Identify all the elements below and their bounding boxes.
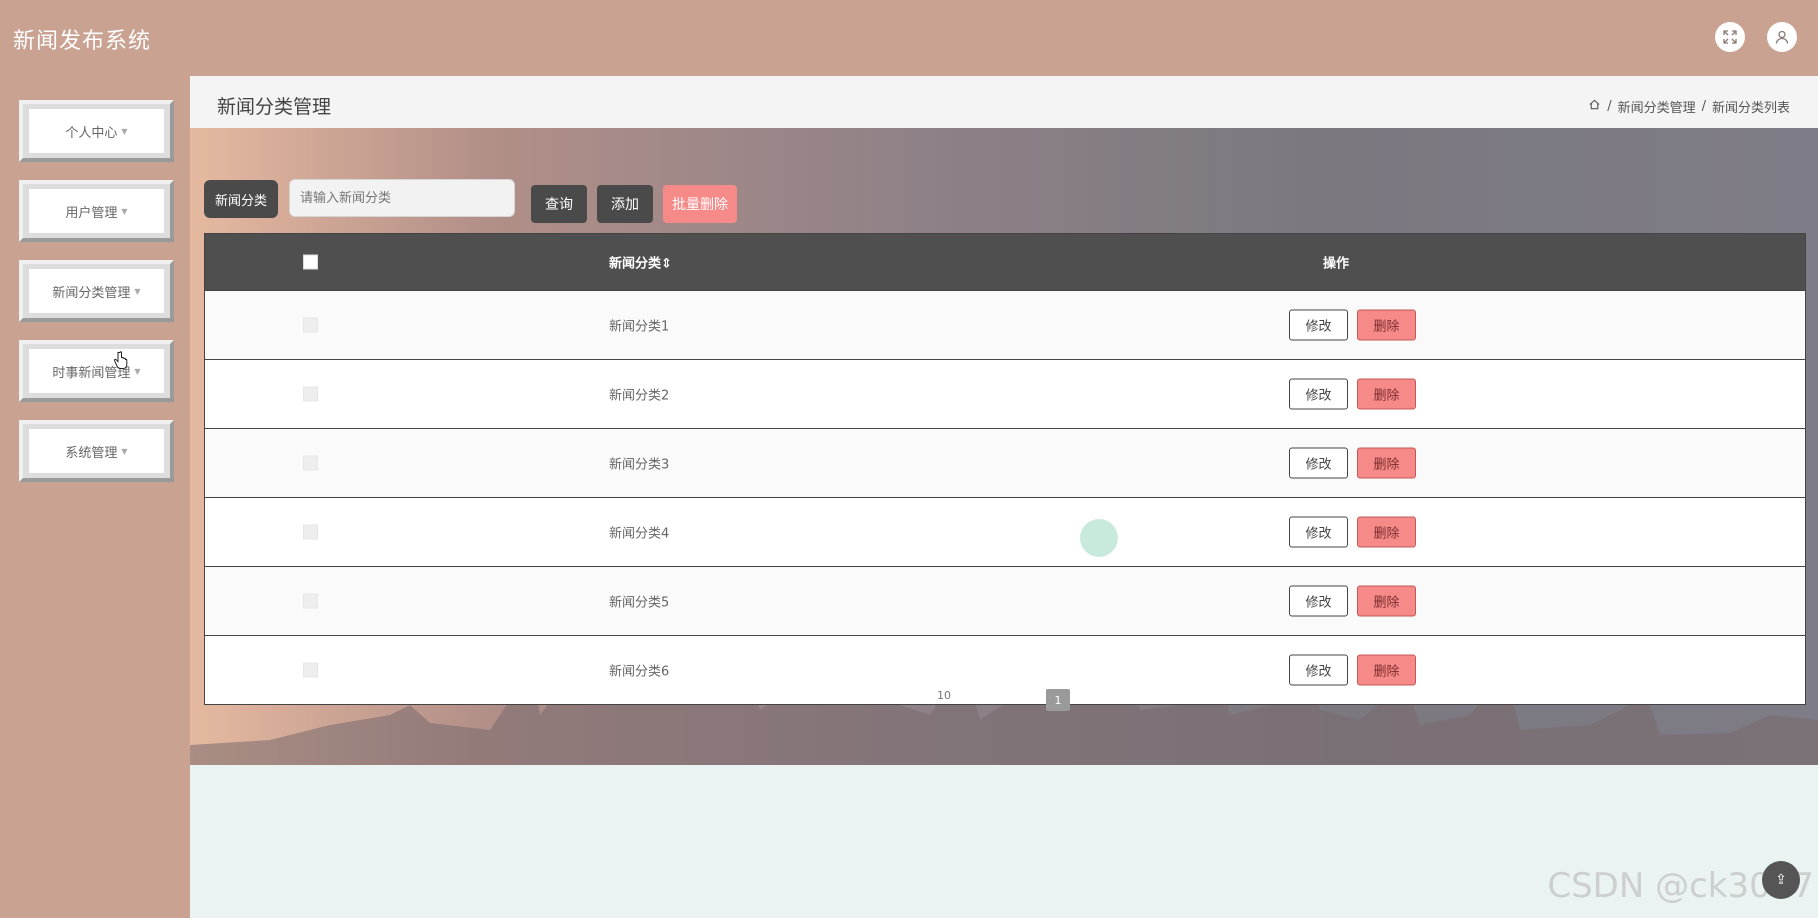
row-checkbox[interactable] — [303, 593, 318, 609]
page-header: 新闻分类管理 / 新闻分类管理 / 新闻分类列表 — [190, 76, 1818, 129]
table-row: 新闻分类6 修改 删除 — [205, 635, 1805, 704]
search-label: 新闻分类 — [204, 180, 279, 218]
row-checkbox[interactable] — [303, 455, 318, 471]
breadcrumb-item[interactable]: 新闻分类管理 — [1618, 97, 1696, 116]
chevron-down-icon: ▼ — [121, 126, 128, 136]
add-button[interactable]: 添加 — [597, 185, 653, 223]
sidebar-item-label: 系统管理 — [65, 445, 118, 461]
search-input[interactable] — [289, 179, 515, 217]
category-name: 新闻分类5 — [609, 595, 670, 611]
chevron-down-icon: ▼ — [121, 446, 128, 456]
delete-button[interactable]: 删除 — [1357, 516, 1416, 548]
edit-button[interactable]: 修改 — [1289, 378, 1348, 410]
sort-icon[interactable]: ⇕ — [661, 257, 672, 272]
sidebar-item-user-management[interactable]: 用户管理 ▼ — [19, 180, 174, 242]
delete-button[interactable]: 删除 — [1357, 447, 1416, 479]
select-all-checkbox[interactable] — [303, 254, 318, 270]
sidebar-item-label: 用户管理 — [65, 205, 118, 221]
edit-button[interactable]: 修改 — [1289, 654, 1348, 686]
chevron-down-icon: ▼ — [134, 366, 141, 376]
sidebar-item-label: 个人中心 — [65, 125, 118, 141]
edit-button[interactable]: 修改 — [1289, 516, 1348, 548]
click-indicator — [1080, 519, 1118, 557]
row-checkbox[interactable] — [303, 317, 318, 333]
breadcrumb-item-current: 新闻分类列表 — [1711, 101, 1790, 116]
query-button[interactable]: 查询 — [531, 185, 587, 223]
chevron-down-icon: ▼ — [121, 206, 128, 216]
delete-button[interactable]: 删除 — [1357, 378, 1416, 410]
edit-button[interactable]: 修改 — [1289, 585, 1348, 617]
table-row: 新闻分类1 修改 删除 — [205, 290, 1805, 359]
fullscreen-icon[interactable] — [1715, 22, 1745, 52]
category-name: 新闻分类6 — [609, 664, 670, 680]
delete-button[interactable]: 删除 — [1357, 654, 1416, 686]
table-header: 新闻分类⇕ 操作 — [205, 234, 1805, 290]
delete-button[interactable]: 删除 — [1357, 585, 1416, 617]
top-bar: 新闻发布系统 — [0, 0, 1818, 76]
pagination-page-current[interactable]: 1 — [1046, 689, 1070, 711]
batch-delete-button[interactable]: 批量删除 — [663, 185, 737, 223]
edit-button[interactable]: 修改 — [1289, 447, 1348, 479]
sidebar-item-system-management[interactable]: 系统管理 ▼ — [19, 420, 174, 482]
table-row: 新闻分类5 修改 删除 — [205, 566, 1805, 635]
page-size-selector[interactable]: 10 — [937, 689, 951, 702]
category-name: 新闻分类4 — [609, 526, 670, 542]
row-checkbox[interactable] — [303, 524, 318, 540]
table-row: 新闻分类3 修改 删除 — [205, 428, 1805, 497]
category-name: 新闻分类3 — [609, 457, 670, 473]
row-checkbox[interactable] — [303, 662, 318, 678]
row-checkbox[interactable] — [303, 386, 318, 402]
sidebar-item-current-news-management[interactable]: 时事新闻管理 ▼ — [19, 340, 174, 402]
column-header-actions: 操作 — [1323, 256, 1350, 272]
column-header-category[interactable]: 新闻分类⇕ — [609, 253, 672, 272]
sidebar-item-personal-center[interactable]: 个人中心 ▼ — [19, 100, 174, 162]
chevron-down-icon: ▼ — [134, 286, 141, 296]
sidebar-item-label: 新闻分类管理 — [52, 285, 131, 301]
main-content: 新闻分类管理 / 新闻分类管理 / 新闻分类列表 新闻分类 查询 添加 批量删除… — [190, 76, 1818, 918]
news-category-table: 新闻分类⇕ 操作 新闻分类1 修改 删除 新闻分类2 修改 删除 新闻分类3 修… — [204, 233, 1806, 705]
user-icon[interactable] — [1767, 22, 1797, 52]
table-row: 新闻分类4 修改 删除 — [205, 497, 1805, 566]
category-name: 新闻分类2 — [609, 388, 670, 404]
page-title: 新闻分类管理 — [217, 96, 332, 118]
hand-cursor-icon — [113, 351, 129, 375]
sidebar: 个人中心 ▼ 用户管理 ▼ 新闻分类管理 ▼ 时事新闻管理 ▼ 系统管理 ▼ — [0, 76, 190, 918]
delete-button[interactable]: 删除 — [1357, 309, 1416, 341]
breadcrumb: / 新闻分类管理 / 新闻分类列表 — [1588, 97, 1790, 116]
breadcrumb-separator: / — [1607, 99, 1612, 114]
back-to-top-icon[interactable]: ⇪ — [1762, 861, 1800, 899]
category-name: 新闻分类1 — [609, 319, 670, 335]
edit-button[interactable]: 修改 — [1289, 309, 1348, 341]
breadcrumb-separator: / — [1701, 99, 1706, 114]
sidebar-item-news-category-management[interactable]: 新闻分类管理 ▼ — [19, 260, 174, 322]
home-icon[interactable] — [1588, 98, 1601, 115]
table-row: 新闻分类2 修改 删除 — [205, 359, 1805, 428]
app-title: 新闻发布系统 — [13, 29, 152, 54]
